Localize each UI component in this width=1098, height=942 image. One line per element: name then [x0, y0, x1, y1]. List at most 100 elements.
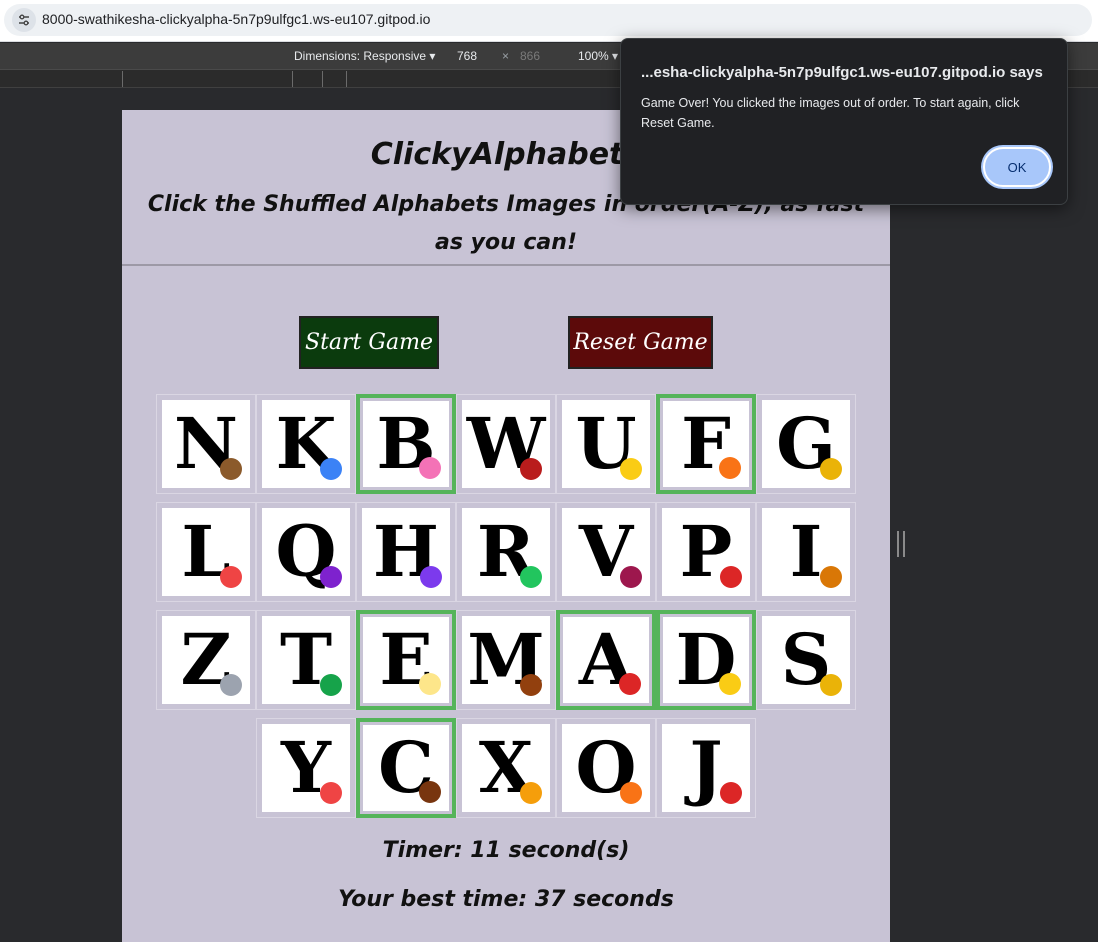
- address-bar: 8000-swathikesha-clickyalpha-5n7p9ulfgc1…: [0, 0, 1098, 42]
- illustration-icon: [220, 674, 242, 696]
- url-text[interactable]: 8000-swathikesha-clickyalpha-5n7p9ulfgc1…: [42, 11, 430, 27]
- alphabet-image: P: [662, 508, 750, 596]
- dimensions-label: Dimensions: Responsive: [294, 49, 427, 63]
- site-settings-icon[interactable]: [12, 8, 36, 32]
- alphabet-card-l[interactable]: L: [156, 502, 256, 602]
- alphabet-card-j[interactable]: J: [656, 718, 756, 818]
- dimensions-dropdown[interactable]: Dimensions: Responsive ▾: [294, 49, 435, 63]
- alphabet-card-d[interactable]: D: [656, 610, 756, 710]
- illustration-icon: [720, 566, 742, 588]
- alphabet-image: N: [162, 400, 250, 488]
- illustration-icon: [419, 781, 441, 803]
- alphabet-card-q[interactable]: Q: [256, 502, 356, 602]
- alphabet-card-m[interactable]: M: [456, 610, 556, 710]
- illustration-icon: [520, 566, 542, 588]
- alphabet-image: Z: [162, 616, 250, 704]
- zoom-dropdown[interactable]: 100% ▾: [578, 49, 618, 63]
- grid-row: LQHRVPI: [122, 502, 890, 602]
- alert-title: ...esha-clickyalpha-5n7p9ulfgc1.ws-eu107…: [641, 64, 1043, 81]
- alphabet-image: G: [762, 400, 850, 488]
- alphabet-card-p[interactable]: P: [656, 502, 756, 602]
- viewport-resize-handle[interactable]: [897, 531, 905, 557]
- alert-ok-button[interactable]: OK: [983, 147, 1051, 187]
- omnibox[interactable]: 8000-swathikesha-clickyalpha-5n7p9ulfgc1…: [4, 4, 1092, 36]
- alphabet-card-a[interactable]: A: [556, 610, 656, 710]
- alphabet-image: O: [562, 724, 650, 812]
- illustration-icon: [419, 457, 441, 479]
- alphabet-image: J: [662, 724, 750, 812]
- width-input[interactable]: 768: [457, 49, 477, 63]
- page-viewport: ClickyAlphabets Click the Shuffled Alpha…: [122, 110, 890, 942]
- illustration-icon: [320, 782, 342, 804]
- alphabet-card-t[interactable]: T: [256, 610, 356, 710]
- alphabet-image: Q: [262, 508, 350, 596]
- alphabet-card-i[interactable]: I: [756, 502, 856, 602]
- illustration-icon: [719, 673, 741, 695]
- alphabet-card-y[interactable]: Y: [256, 718, 356, 818]
- alphabet-card-f[interactable]: F: [656, 394, 756, 494]
- grid-row: NKBWUFG: [122, 394, 890, 494]
- grid-row: ZTEMADS: [122, 610, 890, 710]
- alert-message: Game Over! You clicked the images out of…: [641, 96, 1020, 130]
- start-game-button[interactable]: Start Game: [299, 316, 439, 369]
- illustration-icon: [820, 674, 842, 696]
- alphabet-image: V: [562, 508, 650, 596]
- alphabet-card-s[interactable]: S: [756, 610, 856, 710]
- alphabet-image: K: [262, 400, 350, 488]
- best-time-text: Your best time: 37 seconds: [338, 887, 674, 912]
- alphabet-card-b[interactable]: B: [356, 394, 456, 494]
- grid-row: YCXOJ: [122, 718, 890, 818]
- illustration-icon: [520, 782, 542, 804]
- alphabet-image: X: [462, 724, 550, 812]
- illustration-icon: [619, 673, 641, 695]
- alphabet-card-w[interactable]: W: [456, 394, 556, 494]
- zoom-label: 100%: [578, 49, 609, 63]
- alphabet-letter: J: [689, 726, 723, 809]
- alphabet-letter: I: [789, 510, 823, 593]
- alphabet-card-c[interactable]: C: [356, 718, 456, 818]
- alphabet-image: I: [762, 508, 850, 596]
- illustration-icon: [220, 458, 242, 480]
- divider: [122, 264, 890, 266]
- alphabet-card-g[interactable]: G: [756, 394, 856, 494]
- alphabet-image: F: [663, 401, 749, 487]
- illustration-icon: [620, 782, 642, 804]
- illustration-icon: [720, 782, 742, 804]
- alphabet-card-x[interactable]: X: [456, 718, 556, 818]
- alphabet-image: R: [462, 508, 550, 596]
- illustration-icon: [320, 674, 342, 696]
- alphabet-grid: NKBWUFGLQHRVPIZTEMADSYCXOJ: [122, 394, 890, 826]
- alphabet-card-z[interactable]: Z: [156, 610, 256, 710]
- alphabet-image: M: [462, 616, 550, 704]
- illustration-icon: [520, 458, 542, 480]
- alphabet-image: C: [363, 725, 449, 811]
- alphabet-card-h[interactable]: H: [356, 502, 456, 602]
- reset-game-button[interactable]: Reset Game: [568, 316, 713, 369]
- alphabet-image: L: [162, 508, 250, 596]
- alphabet-card-o[interactable]: O: [556, 718, 656, 818]
- illustration-icon: [719, 457, 741, 479]
- alphabet-card-v[interactable]: V: [556, 502, 656, 602]
- illustration-icon: [820, 566, 842, 588]
- illustration-icon: [820, 458, 842, 480]
- illustration-icon: [420, 566, 442, 588]
- alphabet-card-r[interactable]: R: [456, 502, 556, 602]
- alphabet-card-k[interactable]: K: [256, 394, 356, 494]
- alphabet-image: H: [362, 508, 450, 596]
- alphabet-image: S: [762, 616, 850, 704]
- alphabet-image: B: [363, 401, 449, 487]
- illustration-icon: [620, 566, 642, 588]
- alphabet-card-u[interactable]: U: [556, 394, 656, 494]
- alphabet-card-n[interactable]: N: [156, 394, 256, 494]
- alphabet-image: E: [363, 617, 449, 703]
- alphabet-image: U: [562, 400, 650, 488]
- alphabet-image: Y: [262, 724, 350, 812]
- height-input[interactable]: 866: [520, 49, 540, 63]
- illustration-icon: [320, 566, 342, 588]
- alphabet-image: D: [663, 617, 749, 703]
- alphabet-image: W: [462, 400, 550, 488]
- alphabet-card-e[interactable]: E: [356, 610, 456, 710]
- alphabet-image: T: [262, 616, 350, 704]
- illustration-icon: [620, 458, 642, 480]
- illustration-icon: [320, 458, 342, 480]
